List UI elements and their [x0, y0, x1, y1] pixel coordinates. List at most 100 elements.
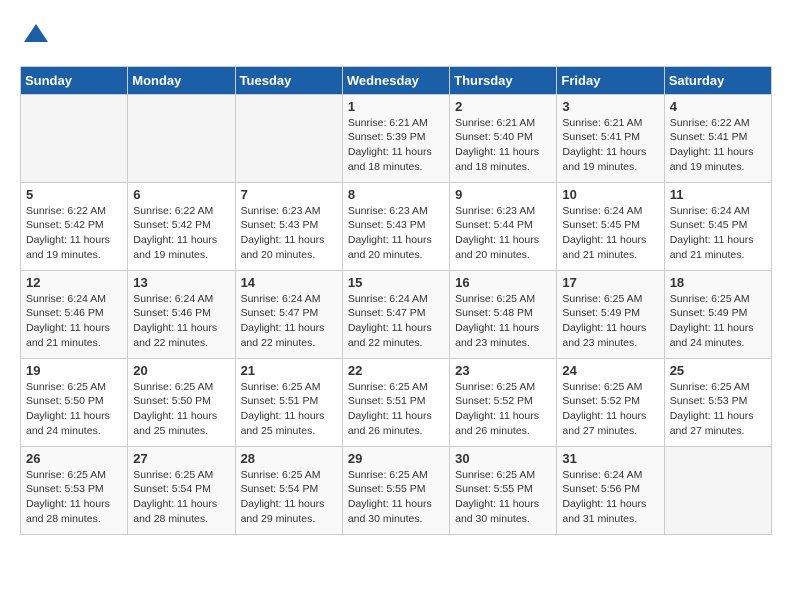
- day-number: 22: [348, 363, 444, 378]
- day-info: Sunrise: 6:23 AMSunset: 5:43 PMDaylight:…: [241, 204, 337, 263]
- calendar-day-cell: 25 Sunrise: 6:25 AMSunset: 5:53 PMDayligh…: [664, 358, 771, 446]
- calendar-day-cell: 1 Sunrise: 6:21 AMSunset: 5:39 PMDaylight…: [342, 94, 449, 182]
- day-number: 17: [562, 275, 658, 290]
- day-info: Sunrise: 6:25 AMSunset: 5:51 PMDaylight:…: [348, 380, 444, 439]
- day-info: Sunrise: 6:24 AMSunset: 5:45 PMDaylight:…: [670, 204, 766, 263]
- calendar-day-cell: 18 Sunrise: 6:25 AMSunset: 5:49 PMDayligh…: [664, 270, 771, 358]
- calendar-day-cell: 20 Sunrise: 6:25 AMSunset: 5:50 PMDayligh…: [128, 358, 235, 446]
- day-number: 8: [348, 187, 444, 202]
- logo: [20, 20, 50, 50]
- calendar-day-cell: 8 Sunrise: 6:23 AMSunset: 5:43 PMDaylight…: [342, 182, 449, 270]
- day-number: 18: [670, 275, 766, 290]
- calendar-day-cell: 6 Sunrise: 6:22 AMSunset: 5:42 PMDaylight…: [128, 182, 235, 270]
- day-info: Sunrise: 6:25 AMSunset: 5:49 PMDaylight:…: [670, 292, 766, 351]
- day-number: 6: [133, 187, 229, 202]
- calendar-day-cell: 28Sunrise: 6:25 AMSunset: 5:54 PMDayligh…: [235, 446, 342, 534]
- calendar-week-row: 12 Sunrise: 6:24 AMSunset: 5:46 PMDayligh…: [21, 270, 772, 358]
- weekday-header-cell: Sunday: [21, 66, 128, 94]
- day-number: 30: [455, 451, 551, 466]
- weekday-header-cell: Tuesday: [235, 66, 342, 94]
- day-number: 20: [133, 363, 229, 378]
- calendar-week-row: 26 Sunrise: 6:25 AMSunset: 5:53 PMDayligh…: [21, 446, 772, 534]
- day-info: Sunrise: 6:25 AMSunset: 5:50 PMDaylight:…: [26, 380, 122, 439]
- calendar-day-cell: 27 Sunrise: 6:25 AMSunset: 5:54 PMDayligh…: [128, 446, 235, 534]
- weekday-header-cell: Saturday: [664, 66, 771, 94]
- day-number: 2: [455, 99, 551, 114]
- day-info: Sunrise: 6:25 AMSunset: 5:55 PMDaylight:…: [455, 468, 551, 527]
- day-number: 28: [241, 451, 337, 466]
- calendar-day-cell: 17 Sunrise: 6:25 AMSunset: 5:49 PMDayligh…: [557, 270, 664, 358]
- day-number: 16: [455, 275, 551, 290]
- logo-icon: [22, 22, 50, 44]
- day-number: 23: [455, 363, 551, 378]
- calendar-day-cell: 29 Sunrise: 6:25 AMSunset: 5:55 PMDayligh…: [342, 446, 449, 534]
- calendar-day-cell: [664, 446, 771, 534]
- calendar-day-cell: 14 Sunrise: 6:24 AMSunset: 5:47 PMDayligh…: [235, 270, 342, 358]
- day-number: 25: [670, 363, 766, 378]
- day-info: Sunrise: 6:21 AMSunset: 5:39 PMDaylight:…: [348, 116, 444, 175]
- day-number: 7: [241, 187, 337, 202]
- calendar-day-cell: 16 Sunrise: 6:25 AMSunset: 5:48 PMDayligh…: [450, 270, 557, 358]
- weekday-header-row: SundayMondayTuesdayWednesdayThursdayFrid…: [21, 66, 772, 94]
- calendar-day-cell: 31 Sunrise: 6:24 AMSunset: 5:56 PMDayligh…: [557, 446, 664, 534]
- calendar-week-row: 19Sunrise: 6:25 AMSunset: 5:50 PMDayligh…: [21, 358, 772, 446]
- day-number: 3: [562, 99, 658, 114]
- calendar-day-cell: 26 Sunrise: 6:25 AMSunset: 5:53 PMDayligh…: [21, 446, 128, 534]
- day-number: 11: [670, 187, 766, 202]
- day-info: Sunrise: 6:25 AMSunset: 5:50 PMDaylight:…: [133, 380, 229, 439]
- day-info: Sunrise: 6:23 AMSunset: 5:43 PMDaylight:…: [348, 204, 444, 263]
- day-info: Sunrise: 6:24 AMSunset: 5:46 PMDaylight:…: [133, 292, 229, 351]
- calendar-day-cell: 24Sunrise: 6:25 AMSunset: 5:52 PMDayligh…: [557, 358, 664, 446]
- day-number: 21: [241, 363, 337, 378]
- day-info: Sunrise: 6:22 AMSunset: 5:41 PMDaylight:…: [670, 116, 766, 175]
- day-info: Sunrise: 6:23 AMSunset: 5:44 PMDaylight:…: [455, 204, 551, 263]
- calendar-day-cell: 7 Sunrise: 6:23 AMSunset: 5:43 PMDaylight…: [235, 182, 342, 270]
- day-info: Sunrise: 6:25 AMSunset: 5:48 PMDaylight:…: [455, 292, 551, 351]
- day-number: 27: [133, 451, 229, 466]
- calendar-day-cell: 30 Sunrise: 6:25 AMSunset: 5:55 PMDayligh…: [450, 446, 557, 534]
- day-info: Sunrise: 6:24 AMSunset: 5:47 PMDaylight:…: [348, 292, 444, 351]
- day-info: Sunrise: 6:25 AMSunset: 5:52 PMDaylight:…: [455, 380, 551, 439]
- day-number: 12: [26, 275, 122, 290]
- calendar-day-cell: 23 Sunrise: 6:25 AMSunset: 5:52 PMDayligh…: [450, 358, 557, 446]
- day-number: 1: [348, 99, 444, 114]
- calendar-day-cell: 2Sunrise: 6:21 AMSunset: 5:40 PMDaylight…: [450, 94, 557, 182]
- calendar-day-cell: [235, 94, 342, 182]
- day-info: Sunrise: 6:21 AMSunset: 5:41 PMDaylight:…: [562, 116, 658, 175]
- day-number: 9: [455, 187, 551, 202]
- day-info: Sunrise: 6:24 AMSunset: 5:56 PMDaylight:…: [562, 468, 658, 527]
- day-info: Sunrise: 6:25 AMSunset: 5:55 PMDaylight:…: [348, 468, 444, 527]
- day-info: Sunrise: 6:25 AMSunset: 5:52 PMDaylight:…: [562, 380, 658, 439]
- day-number: 31: [562, 451, 658, 466]
- calendar-day-cell: 12 Sunrise: 6:24 AMSunset: 5:46 PMDayligh…: [21, 270, 128, 358]
- day-info: Sunrise: 6:22 AMSunset: 5:42 PMDaylight:…: [133, 204, 229, 263]
- day-info: Sunrise: 6:25 AMSunset: 5:49 PMDaylight:…: [562, 292, 658, 351]
- day-number: 29: [348, 451, 444, 466]
- day-info: Sunrise: 6:22 AMSunset: 5:42 PMDaylight:…: [26, 204, 122, 263]
- calendar-day-cell: [21, 94, 128, 182]
- day-number: 13: [133, 275, 229, 290]
- day-number: 26: [26, 451, 122, 466]
- calendar-day-cell: 15 Sunrise: 6:24 AMSunset: 5:47 PMDayligh…: [342, 270, 449, 358]
- day-info: Sunrise: 6:25 AMSunset: 5:54 PMDaylight:…: [133, 468, 229, 527]
- calendar-day-cell: 21Sunrise: 6:25 AMSunset: 5:51 PMDayligh…: [235, 358, 342, 446]
- calendar-day-cell: 11 Sunrise: 6:24 AMSunset: 5:45 PMDayligh…: [664, 182, 771, 270]
- weekday-header-cell: Wednesday: [342, 66, 449, 94]
- calendar-day-cell: [128, 94, 235, 182]
- calendar-day-cell: 10Sunrise: 6:24 AMSunset: 5:45 PMDayligh…: [557, 182, 664, 270]
- calendar-day-cell: 5 Sunrise: 6:22 AMSunset: 5:42 PMDaylight…: [21, 182, 128, 270]
- weekday-header-cell: Thursday: [450, 66, 557, 94]
- day-number: 14: [241, 275, 337, 290]
- day-info: Sunrise: 6:25 AMSunset: 5:53 PMDaylight:…: [670, 380, 766, 439]
- calendar-day-cell: 13 Sunrise: 6:24 AMSunset: 5:46 PMDayligh…: [128, 270, 235, 358]
- day-info: Sunrise: 6:25 AMSunset: 5:53 PMDaylight:…: [26, 468, 122, 527]
- day-info: Sunrise: 6:24 AMSunset: 5:45 PMDaylight:…: [562, 204, 658, 263]
- page-header: [20, 20, 772, 50]
- day-info: Sunrise: 6:24 AMSunset: 5:46 PMDaylight:…: [26, 292, 122, 351]
- calendar-week-row: 1 Sunrise: 6:21 AMSunset: 5:39 PMDaylight…: [21, 94, 772, 182]
- day-info: Sunrise: 6:24 AMSunset: 5:47 PMDaylight:…: [241, 292, 337, 351]
- day-number: 5: [26, 187, 122, 202]
- calendar-day-cell: 9 Sunrise: 6:23 AMSunset: 5:44 PMDaylight…: [450, 182, 557, 270]
- day-number: 15: [348, 275, 444, 290]
- day-number: 4: [670, 99, 766, 114]
